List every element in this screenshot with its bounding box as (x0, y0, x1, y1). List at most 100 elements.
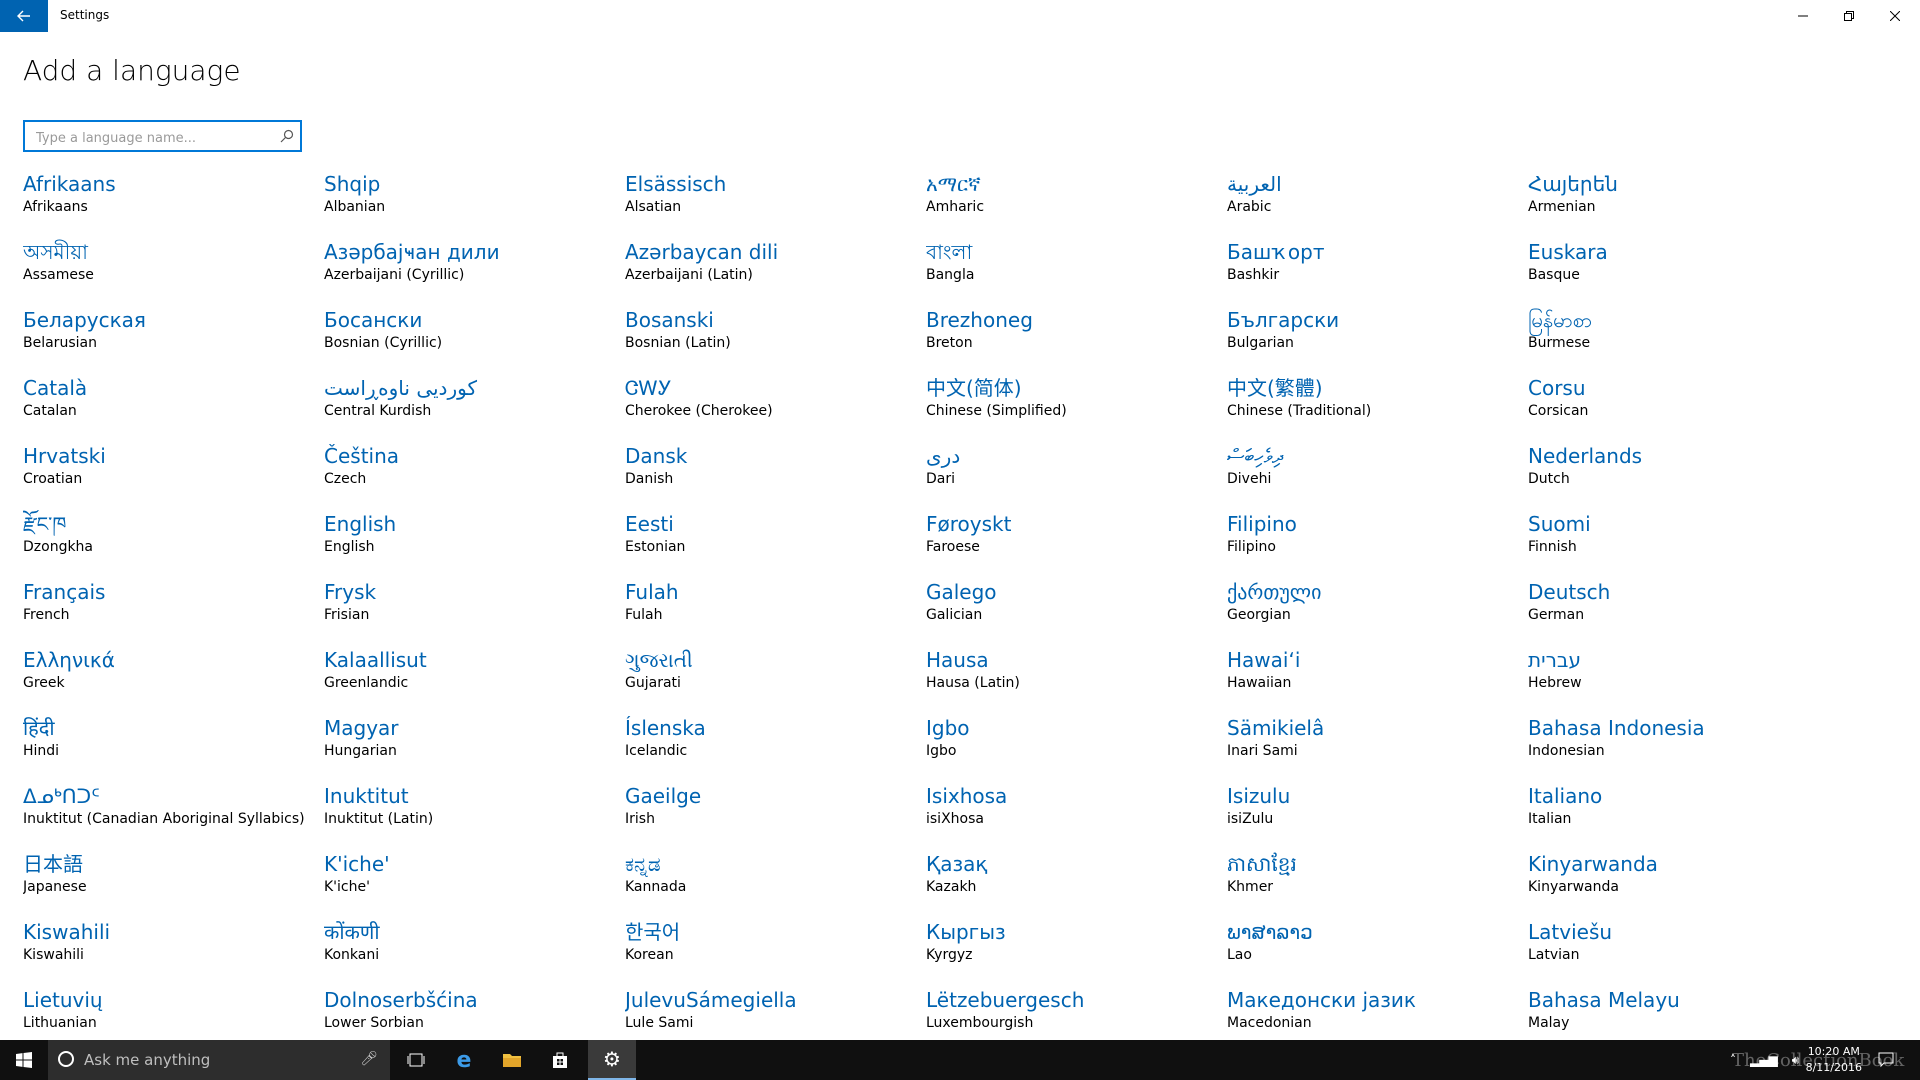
language-english-name: Danish (625, 471, 674, 487)
language-item[interactable]: অসমীয়া Assamese (23, 238, 324, 306)
language-item[interactable]: कोंकणी Konkani (324, 918, 625, 986)
language-item[interactable]: Азәрбајҹан дили Azerbaijani (Cyrillic) (324, 238, 625, 306)
language-item[interactable]: 한국어 Korean (625, 918, 926, 986)
language-item[interactable]: Magyar Hungarian (324, 714, 625, 782)
language-item[interactable]: کوردیی ناوەڕاست Central Kurdish (324, 374, 625, 442)
language-item[interactable]: Français French (23, 578, 324, 646)
language-item[interactable]: Hausa Hausa (Latin) (926, 646, 1227, 714)
language-item[interactable]: 日本語 Japanese (23, 850, 324, 918)
language-item[interactable]: မြန်မာစာ Burmese (1528, 306, 1829, 374)
language-search-input[interactable] (34, 127, 268, 149)
language-item[interactable]: 中文(简体) Chinese (Simplified) (926, 374, 1227, 442)
start-button[interactable] (0, 1040, 48, 1080)
language-item[interactable]: Македонски јазик Macedonian (1227, 986, 1528, 1040)
language-item[interactable]: Brezhoneg Breton (926, 306, 1227, 374)
language-item[interactable]: Inuktitut Inuktitut (Latin) (324, 782, 625, 850)
language-item[interactable]: K'iche' K'iche' (324, 850, 625, 918)
language-item[interactable]: Kalaallisut Greenlandic (324, 646, 625, 714)
language-item[interactable]: Hawaiʻi Hawaiian (1227, 646, 1528, 714)
back-button[interactable] (0, 0, 48, 32)
cortana-search-box[interactable]: Ask me anything 🎤︎ (48, 1040, 390, 1080)
search-icon[interactable] (280, 129, 294, 143)
language-item[interactable]: Frysk Frisian (324, 578, 625, 646)
language-item[interactable]: Eesti Estonian (625, 510, 926, 578)
language-item[interactable]: Ελληνικά Greek (23, 646, 324, 714)
language-native-name: Български (1227, 308, 1340, 332)
language-item[interactable]: ᐃᓄᒃᑎᑐᑦ Inuktitut (Canadian Aboriginal Syl… (23, 782, 324, 850)
language-item[interactable]: Nederlands Dutch (1528, 442, 1829, 510)
language-item[interactable]: ພາສາລາວ Lao (1227, 918, 1528, 986)
language-item[interactable]: አማርኛ Amharic (926, 170, 1227, 238)
language-english-name: Hawaiian (1227, 675, 1292, 691)
language-item[interactable]: English English (324, 510, 625, 578)
language-item[interactable]: Català Catalan (23, 374, 324, 442)
language-item[interactable]: Gaeilge Irish (625, 782, 926, 850)
language-item[interactable]: Lëtzebuergesch Luxembourgish (926, 986, 1227, 1040)
language-item[interactable]: ગુજરાતી Gujarati (625, 646, 926, 714)
language-item[interactable]: Íslenska Icelandic (625, 714, 926, 782)
language-item[interactable]: ᏣᎳᎩ Cherokee (Cherokee) (625, 374, 926, 442)
language-item[interactable]: Italiano Italian (1528, 782, 1829, 850)
language-item[interactable]: Қазақ Kazakh (926, 850, 1227, 918)
language-item[interactable]: বাংলা Bangla (926, 238, 1227, 306)
language-item[interactable]: ދިވެހިބަސް Divehi (1227, 442, 1528, 510)
language-item[interactable]: Suomi Finnish (1528, 510, 1829, 578)
language-item[interactable]: Afrikaans Afrikaans (23, 170, 324, 238)
language-search-box[interactable] (23, 120, 302, 152)
language-item[interactable]: Latviešu Latvian (1528, 918, 1829, 986)
language-item[interactable]: Bahasa Melayu Malay (1528, 986, 1829, 1040)
language-item[interactable]: Filipino Filipino (1227, 510, 1528, 578)
language-native-name: 中文(繁體) (1227, 376, 1323, 400)
language-item[interactable]: Български Bulgarian (1227, 306, 1528, 374)
language-item[interactable]: Lietuvių Lithuanian (23, 986, 324, 1040)
language-item[interactable]: Galego Galician (926, 578, 1227, 646)
microphone-icon[interactable]: 🎤︎ (360, 1051, 378, 1067)
language-item[interactable]: Føroyskt Faroese (926, 510, 1227, 578)
store-button[interactable] (536, 1040, 584, 1080)
language-item[interactable]: Кыргыз Kyrgyz (926, 918, 1227, 986)
edge-button[interactable]: e (440, 1040, 488, 1080)
language-item[interactable]: Bahasa Indonesia Indonesian (1528, 714, 1829, 782)
language-english-name: Estonian (625, 539, 686, 555)
language-item[interactable]: العربية Arabic (1227, 170, 1528, 238)
settings-taskbar-button[interactable]: ⚙ (588, 1040, 636, 1080)
language-item[interactable]: Башҡорт Bashkir (1227, 238, 1528, 306)
language-item[interactable]: Azərbaycan dili Azerbaijani (Latin) (625, 238, 926, 306)
restore-button[interactable] (1826, 0, 1872, 32)
language-item[interactable]: Dansk Danish (625, 442, 926, 510)
language-item[interactable]: Беларуская Belarusian (23, 306, 324, 374)
language-item[interactable]: Kinyarwanda Kinyarwanda (1528, 850, 1829, 918)
language-item[interactable]: Corsu Corsican (1528, 374, 1829, 442)
language-item[interactable]: Isizulu isiZulu (1227, 782, 1528, 850)
language-item[interactable]: Հայերեն Armenian (1528, 170, 1829, 238)
language-item[interactable]: Sämikielâ Inari Sami (1227, 714, 1528, 782)
language-item[interactable]: ქართული Georgian (1227, 578, 1528, 646)
language-item[interactable]: Shqip Albanian (324, 170, 625, 238)
language-item[interactable]: JulevuSámegiella Lule Sami (625, 986, 926, 1040)
language-item[interactable]: हिंदी Hindi (23, 714, 324, 782)
language-item[interactable]: ភាសាខ្មែរ Khmer (1227, 850, 1528, 918)
language-item[interactable]: Čeština Czech (324, 442, 625, 510)
language-item[interactable]: Isixhosa isiXhosa (926, 782, 1227, 850)
language-item[interactable]: دری Dari (926, 442, 1227, 510)
language-item[interactable]: Elsässisch Alsatian (625, 170, 926, 238)
language-item[interactable]: Kiswahili Kiswahili (23, 918, 324, 986)
language-item[interactable]: Euskara Basque (1528, 238, 1829, 306)
language-item[interactable]: Bosanski Bosnian (Latin) (625, 306, 926, 374)
language-item[interactable]: རྫོང་ཁ Dzongkha (23, 510, 324, 578)
language-item[interactable]: עברית Hebrew (1528, 646, 1829, 714)
file-explorer-button[interactable] (488, 1040, 536, 1080)
language-item[interactable]: Fulah Fulah (625, 578, 926, 646)
language-item[interactable]: Deutsch German (1528, 578, 1829, 646)
language-item[interactable]: 中文(繁體) Chinese (Traditional) (1227, 374, 1528, 442)
watermark-text: TheCollectionBook (1732, 1049, 1905, 1071)
language-item[interactable]: Igbo Igbo (926, 714, 1227, 782)
language-item[interactable]: Босански Bosnian (Cyrillic) (324, 306, 625, 374)
language-item[interactable]: Dolnoserbšćina Lower Sorbian (324, 986, 625, 1040)
language-item[interactable]: Hrvatski Croatian (23, 442, 324, 510)
close-button[interactable] (1872, 0, 1918, 32)
minimize-button[interactable] (1780, 0, 1826, 32)
task-view-button[interactable] (392, 1040, 440, 1080)
language-english-name: Macedonian (1227, 1015, 1312, 1031)
language-item[interactable]: ಕನ್ನಡ Kannada (625, 850, 926, 918)
